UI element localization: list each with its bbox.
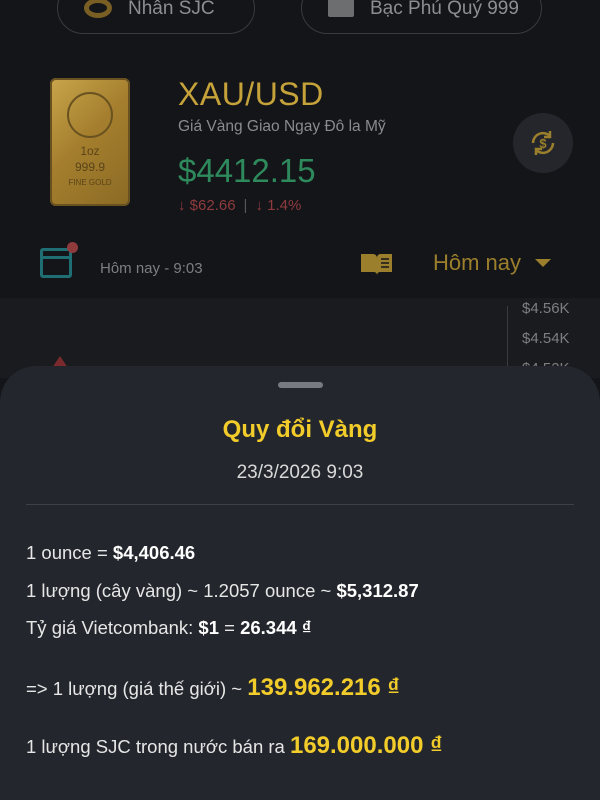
ounce-prefix: 1 ounce = (26, 542, 113, 563)
luong-line: 1 lượng (cây vàng) ~ 1.2057 ounce ~ $5,3… (26, 580, 419, 602)
asset-subtitle: Giá Vàng Giao Ngay Đô la Mỹ (178, 118, 386, 135)
exchange-rate-line: Tỷ giá Vietcombank: $1 = 26.344 ₫ (26, 617, 311, 639)
divider (26, 504, 574, 505)
rate-equals: = (219, 617, 241, 638)
y-tick: $4.54K (522, 330, 570, 347)
period-label: Hôm nay (433, 250, 522, 275)
svg-text:$: $ (539, 136, 547, 151)
chip-label: Bạc Phú Quý 999 (370, 0, 519, 19)
sjc-price-line: 1 lượng SJC trong nước bán ra 169.000.00… (26, 732, 442, 760)
change-percent: ↓ 1.4% (255, 197, 302, 214)
change-separator: | (243, 197, 248, 214)
silver-bar-icon (328, 0, 354, 17)
gold-bar-caption: FINE GOLD (68, 178, 112, 187)
currency-exchange-icon: $ (531, 131, 555, 155)
asset-price: $4412.15 (178, 152, 316, 189)
luong-prefix: 1 lượng (cây vàng) ~ 1.2057 ounce ~ (26, 580, 337, 601)
gold-bar-image: 1oz 999.9 FINE GOLD (50, 78, 130, 206)
rate-vnd: 26.344 ₫ (240, 617, 312, 638)
gold-bar-purity: 999.9 (74, 160, 106, 174)
y-tick: $4.56K (522, 300, 570, 317)
luong-value: $5,312.87 (336, 580, 419, 601)
chevron-down-icon (535, 259, 552, 267)
sheet-date: 23/3/2026 9:03 (236, 462, 364, 483)
rate-usd: $1 (198, 617, 219, 638)
chip-label: Nhẫn SJC (128, 0, 215, 19)
updated-time: Hôm nay - 9:03 (100, 260, 203, 277)
world-price-line: => 1 lượng (giá thế giới) ~ 139.962.216 … (26, 674, 400, 702)
book-icon[interactable] (359, 251, 394, 277)
sjc-prefix: 1 lượng SJC trong nước bán ra (26, 736, 290, 757)
sjc-value: 169.000.000 ₫ (289, 732, 443, 759)
gold-bar-weight: 1oz (80, 144, 100, 158)
price-change: ↓ $62.66 | ↓ 1.4% (178, 197, 301, 214)
notification-dot (67, 242, 78, 253)
refresh-button[interactable]: $ (513, 113, 573, 173)
ring-icon (84, 0, 112, 18)
ounce-line: 1 ounce = $4,406.46 (26, 542, 195, 564)
sheet-title: Quy đổi Vàng (222, 416, 378, 443)
world-prefix: => 1 lượng (giá thế giới) ~ (26, 678, 248, 699)
change-absolute: ↓ $62.66 (178, 197, 236, 214)
chip-bac-phu-quy[interactable]: Bạc Phú Quý 999 (301, 0, 542, 34)
rate-prefix: Tỷ giá Vietcombank: (26, 617, 199, 638)
sheet-drag-handle[interactable] (278, 382, 323, 388)
world-value: 139.962.216 ₫ (247, 674, 400, 701)
conversion-bottom-sheet: Quy đổi Vàng 23/3/2026 9:03 1 ounce = $4… (0, 366, 600, 800)
period-dropdown[interactable]: Hôm nay (433, 250, 552, 276)
asset-symbol: XAU/USD (178, 76, 324, 112)
calendar-icon[interactable] (40, 242, 78, 278)
ounce-value: $4,406.46 (112, 542, 196, 563)
chip-nhan-sjc[interactable]: Nhẫn SJC (57, 0, 255, 34)
gold-bar-seal (67, 92, 113, 138)
product-chips: Nhẫn SJC Bạc Phú Quý 999 (0, 0, 600, 34)
